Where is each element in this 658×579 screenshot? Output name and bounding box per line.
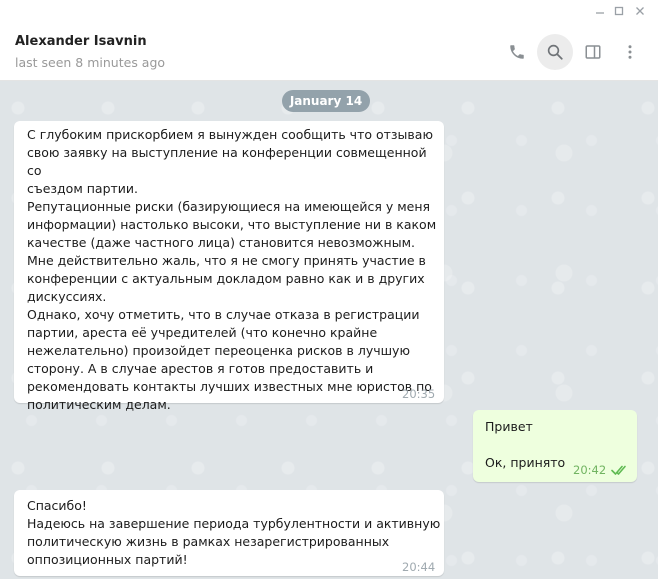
chat-history[interactable]: January 14 С глубоким прискорбием я выну… [0, 81, 658, 579]
message-bubble-incoming[interactable]: Спасибо! Надеюсь на завершение периода т… [14, 490, 444, 576]
last-seen-status: last seen 8 minutes ago [15, 55, 166, 70]
message-text: Спасибо! Надеюсь на завершение периода т… [27, 498, 441, 567]
message-bubble-outgoing[interactable]: Привет Ок, принято 20:42 [473, 410, 637, 482]
search-icon[interactable] [537, 34, 573, 70]
message-time: 20:42 [573, 463, 607, 477]
message-bubble-incoming[interactable]: С глубоким прискорбием я вынужден сообщи… [14, 121, 444, 412]
date-separator: January 14 [282, 90, 370, 112]
message-text: С глубоким прискорбием я вынужден сообщи… [27, 127, 437, 412]
close-icon[interactable] [632, 4, 648, 20]
minimize-icon[interactable] [592, 4, 608, 20]
window-titlebar [0, 0, 658, 24]
contact-name[interactable]: Alexander Isavnin [15, 34, 147, 49]
sidebar-toggle-icon[interactable] [575, 34, 611, 70]
phone-icon[interactable] [499, 34, 535, 70]
message-text: Привет Ок, принято [485, 419, 566, 470]
message-time: 20:35 [402, 387, 436, 401]
more-vertical-icon[interactable] [612, 34, 648, 70]
read-checkmarks-icon [611, 463, 629, 481]
maximize-icon[interactable] [611, 4, 627, 20]
message-time: 20:44 [402, 560, 436, 574]
chat-header: Alexander Isavnin last seen 8 minutes ag… [0, 24, 658, 81]
